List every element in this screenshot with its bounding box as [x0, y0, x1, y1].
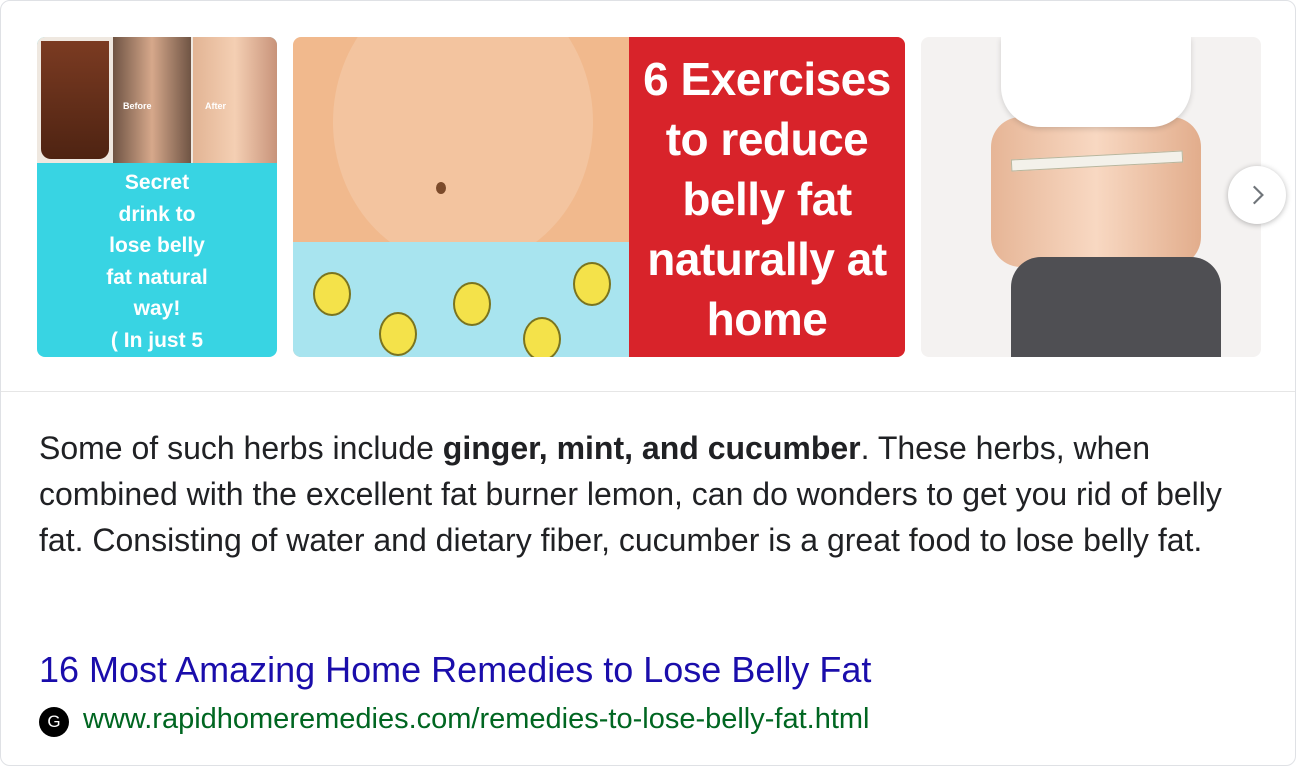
caption-line: lose belly — [109, 234, 205, 257]
caption-line: belly fat — [682, 173, 852, 225]
drink-glass-image — [41, 41, 109, 159]
site-favicon-icon: G — [39, 707, 69, 737]
before-tag: Before — [123, 101, 152, 111]
image-carousel: Before After Secret drink to lose belly … — [37, 37, 1261, 357]
torso-image — [991, 117, 1201, 267]
after-tag: After — [205, 101, 227, 111]
chevron-right-icon — [1252, 185, 1264, 205]
image-caption: 6 Exercises to reduce belly fat naturall… — [629, 49, 905, 349]
snippet-text-start: Some of such herbs include — [39, 430, 443, 466]
pants-image — [1011, 257, 1221, 357]
caption-line: 6 Exercises — [643, 53, 891, 105]
caption-line: to reduce — [665, 113, 869, 165]
carousel-image-exercises[interactable]: 6 Exercises to reduce belly fat naturall… — [293, 37, 905, 357]
caption-line: drink to — [118, 202, 196, 226]
result-title-link[interactable]: 16 Most Amazing Home Remedies to Lose Be… — [39, 647, 871, 693]
caption-line: home — [706, 293, 828, 345]
source-row: G www.rapidhomeremedies.com/remedies-to-… — [39, 701, 870, 737]
carousel-image-waist-measure[interactable] — [921, 37, 1261, 357]
carousel-image-secret-drink[interactable]: Before After Secret drink to lose belly … — [37, 37, 277, 357]
navel-illustration — [436, 182, 446, 194]
before-after-photo: Before After — [37, 37, 277, 163]
sports-top-image — [1001, 37, 1191, 127]
after-body-image — [193, 37, 277, 163]
divider — [1, 391, 1295, 392]
caption-line: way! — [133, 297, 181, 320]
snippet-highlight: ginger, mint, and cucumber — [442, 430, 861, 466]
caption-line: naturally at — [647, 233, 887, 285]
image-caption: Secret drink to lose belly fat natural w… — [37, 167, 277, 356]
result-url[interactable]: www.rapidhomeremedies.com/remedies-to-lo… — [83, 703, 870, 736]
snippet-text: Some of such herbs include ginger, mint,… — [39, 425, 1267, 563]
caption-line: Secret — [124, 171, 190, 194]
carousel-next-button[interactable] — [1228, 166, 1286, 224]
caption-line: fat natural — [106, 265, 208, 289]
featured-snippet-card: Before After Secret drink to lose belly … — [0, 0, 1296, 766]
caption-line: ( In just 5 — [110, 328, 204, 352]
shorts-illustration — [293, 242, 629, 357]
belly-illustration — [333, 37, 593, 267]
before-body-image — [113, 37, 191, 163]
